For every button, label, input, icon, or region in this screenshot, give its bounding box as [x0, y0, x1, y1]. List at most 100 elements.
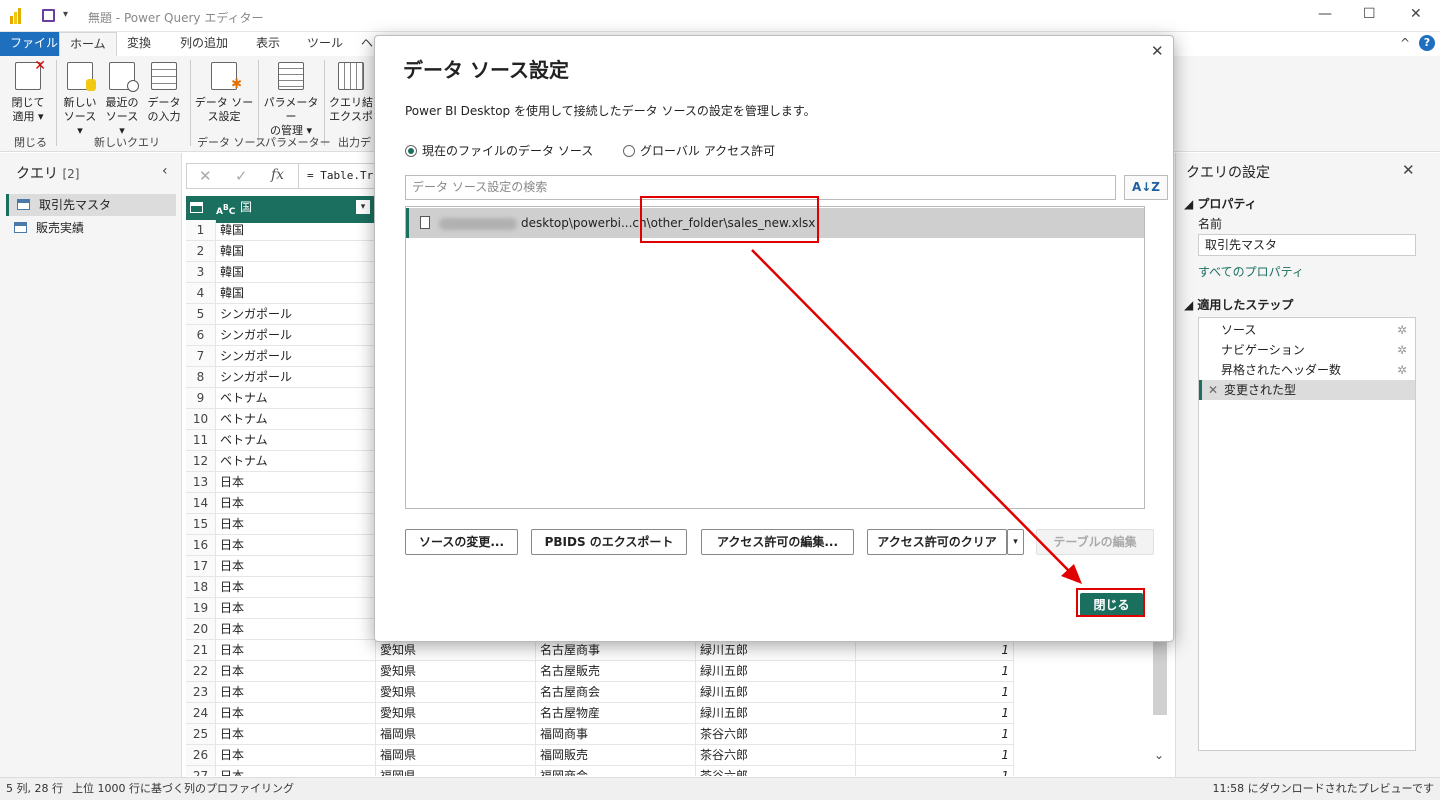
- table-cell[interactable]: 緑川五郎: [696, 703, 856, 724]
- step-item[interactable]: ナビゲーション ✲: [1199, 340, 1415, 360]
- table-cell[interactable]: 韓国: [216, 220, 376, 241]
- cancel-formula-icon[interactable]: ✕: [199, 167, 212, 185]
- row-number[interactable]: 25: [186, 724, 216, 745]
- table-cell[interactable]: 韓国: [216, 283, 376, 304]
- dialog-close-icon[interactable]: ✕: [1151, 42, 1164, 60]
- table-cell[interactable]: 茶谷六郎: [696, 724, 856, 745]
- row-number[interactable]: 6: [186, 325, 216, 346]
- close-window-button[interactable]: ✕: [1410, 6, 1422, 22]
- row-number[interactable]: 12: [186, 451, 216, 472]
- quick-access-dropdown-icon[interactable]: ▾: [63, 9, 68, 20]
- new-source-button[interactable]: 新しい ソース ▾: [60, 62, 100, 138]
- row-number[interactable]: 18: [186, 577, 216, 598]
- gear-icon[interactable]: ✲: [1397, 340, 1407, 360]
- radio-current-file[interactable]: 現在のファイルのデータ ソース: [405, 142, 593, 159]
- table-cell[interactable]: 1: [856, 640, 1014, 661]
- edit-permissions-button[interactable]: アクセス許可の編集...: [701, 529, 854, 555]
- row-number[interactable]: 24: [186, 703, 216, 724]
- table-cell[interactable]: 日本: [216, 493, 376, 514]
- table-cell[interactable]: 日本: [216, 535, 376, 556]
- row-number[interactable]: 2: [186, 241, 216, 262]
- table-cell[interactable]: 日本: [216, 598, 376, 619]
- table-cell[interactable]: 日本: [216, 766, 376, 776]
- row-number[interactable]: 8: [186, 367, 216, 388]
- table-cell[interactable]: ベトナム: [216, 388, 376, 409]
- table-cell[interactable]: ベトナム: [216, 430, 376, 451]
- table-cell[interactable]: シンガポール: [216, 325, 376, 346]
- tab-add-column[interactable]: 列の追加: [170, 32, 238, 56]
- row-number[interactable]: 5: [186, 304, 216, 325]
- status-profiling[interactable]: 上位 1000 行に基づく列のプロファイリング: [72, 778, 294, 800]
- table-cell[interactable]: 緑川五郎: [696, 682, 856, 703]
- row-number[interactable]: 22: [186, 661, 216, 682]
- table-cell[interactable]: 日本: [216, 640, 376, 661]
- export-query-button[interactable]: クエリ結 エクスポ: [328, 62, 374, 124]
- table-cell[interactable]: 日本: [216, 514, 376, 535]
- all-properties-link[interactable]: すべてのプロパティ: [1198, 263, 1304, 280]
- row-number[interactable]: 16: [186, 535, 216, 556]
- minimize-button[interactable]: —: [1318, 6, 1332, 22]
- table-cell[interactable]: 愛知県: [376, 640, 536, 661]
- fx-icon[interactable]: fx: [271, 167, 284, 183]
- help-icon[interactable]: ?: [1419, 35, 1435, 51]
- row-number[interactable]: 19: [186, 598, 216, 619]
- row-number[interactable]: 10: [186, 409, 216, 430]
- table-cell[interactable]: 名古屋物産: [536, 703, 696, 724]
- row-number[interactable]: 3: [186, 262, 216, 283]
- clear-permissions-button[interactable]: アクセス許可のクリア: [867, 529, 1007, 555]
- gear-icon[interactable]: ✲: [1397, 360, 1407, 380]
- change-source-button[interactable]: ソースの変更...: [405, 529, 518, 555]
- row-number[interactable]: 26: [186, 745, 216, 766]
- recent-sources-button[interactable]: 最近の ソース ▾: [102, 62, 142, 138]
- gear-icon[interactable]: ✲: [1397, 320, 1407, 340]
- radio-global-permissions[interactable]: グローバル アクセス許可: [623, 142, 775, 159]
- tab-tools[interactable]: ツール: [297, 32, 353, 56]
- row-number[interactable]: 1: [186, 220, 216, 241]
- table-menu-icon[interactable]: [190, 202, 203, 213]
- table-cell[interactable]: 愛知県: [376, 703, 536, 724]
- delete-step-icon[interactable]: ✕: [1208, 380, 1218, 400]
- table-cell[interactable]: 日本: [216, 472, 376, 493]
- row-number[interactable]: 4: [186, 283, 216, 304]
- step-item-selected[interactable]: ✕ 変更された型: [1199, 380, 1415, 400]
- table-cell[interactable]: 1: [856, 682, 1014, 703]
- tab-file[interactable]: ファイル: [0, 32, 69, 56]
- table-cell[interactable]: ベトナム: [216, 451, 376, 472]
- formula-input[interactable]: = Table.Tr: [298, 163, 376, 189]
- row-number[interactable]: 9: [186, 388, 216, 409]
- clear-permissions-dropdown[interactable]: ▾: [1007, 529, 1024, 555]
- step-item[interactable]: ソース ✲: [1199, 320, 1415, 340]
- table-cell[interactable]: シンガポール: [216, 367, 376, 388]
- collapse-ribbon-icon[interactable]: ^: [1400, 36, 1410, 50]
- table-cell[interactable]: 韓国: [216, 241, 376, 262]
- table-cell[interactable]: 1: [856, 703, 1014, 724]
- maximize-button[interactable]: ☐: [1363, 6, 1376, 22]
- row-number[interactable]: 23: [186, 682, 216, 703]
- table-cell[interactable]: 福岡県: [376, 766, 536, 776]
- row-number[interactable]: 7: [186, 346, 216, 367]
- query-item-master[interactable]: 取引先マスタ: [6, 194, 176, 216]
- collapse-queries-icon[interactable]: ‹: [162, 163, 168, 179]
- table-cell[interactable]: 茶谷六郎: [696, 766, 856, 776]
- table-cell[interactable]: 日本: [216, 724, 376, 745]
- table-cell[interactable]: 日本: [216, 703, 376, 724]
- row-number[interactable]: 11: [186, 430, 216, 451]
- table-cell[interactable]: 福岡県: [376, 724, 536, 745]
- table-cell[interactable]: 1: [856, 766, 1014, 776]
- step-item[interactable]: 昇格されたヘッダー数 ✲: [1199, 360, 1415, 380]
- table-cell[interactable]: 日本: [216, 682, 376, 703]
- row-number[interactable]: 17: [186, 556, 216, 577]
- grid-scrollbar[interactable]: [1153, 640, 1167, 715]
- table-cell[interactable]: 茶谷六郎: [696, 745, 856, 766]
- table-cell[interactable]: 緑川五郎: [696, 640, 856, 661]
- table-cell[interactable]: 1: [856, 661, 1014, 682]
- confirm-formula-icon[interactable]: ✓: [235, 167, 248, 185]
- table-cell[interactable]: 日本: [216, 556, 376, 577]
- row-number[interactable]: 14: [186, 493, 216, 514]
- table-cell[interactable]: 愛知県: [376, 661, 536, 682]
- column-header-country[interactable]: 国: [240, 196, 252, 218]
- row-number[interactable]: 27: [186, 766, 216, 776]
- table-cell[interactable]: 日本: [216, 619, 376, 640]
- export-pbids-button[interactable]: PBIDS のエクスポート: [531, 529, 687, 555]
- table-cell[interactable]: 名古屋商会: [536, 682, 696, 703]
